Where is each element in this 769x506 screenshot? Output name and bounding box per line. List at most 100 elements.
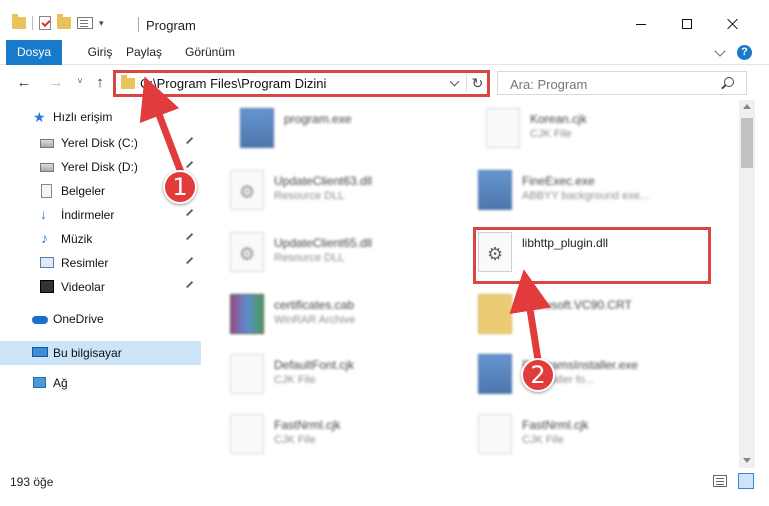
address-path[interactable]: C:\Program Files\Program Dizini	[140, 76, 326, 91]
tab-file[interactable]: Dosya	[6, 40, 62, 65]
pin-icon[interactable]	[186, 233, 196, 243]
pin-icon[interactable]	[186, 137, 196, 147]
pin-icon[interactable]	[186, 257, 196, 267]
dll-gear-icon	[478, 232, 512, 272]
drive-icon	[40, 163, 54, 172]
navigation-pane: ★ Hızlı erişim Yerel Disk (C:) Yerel Dis…	[0, 104, 201, 464]
tab-home[interactable]: Giriş	[80, 40, 120, 65]
sidebar-item-label: Bu bilgisayar	[53, 346, 122, 360]
file-icon	[478, 414, 512, 454]
drive-icon	[40, 139, 54, 148]
network-icon	[33, 377, 46, 388]
maximize-icon	[682, 19, 692, 29]
minimize-button[interactable]	[618, 8, 664, 40]
sidebar-item-videos[interactable]: Videolar	[0, 276, 201, 298]
dll-gear-icon	[230, 170, 264, 210]
properties-icon[interactable]	[77, 17, 93, 29]
close-icon	[727, 18, 739, 30]
archive-icon	[230, 294, 264, 334]
folder-icon	[478, 294, 512, 334]
list-item[interactable]: UpdateClient63.dll Resource DLL	[202, 162, 442, 218]
sidebar-item-downloads[interactable]: ↓ İndirmeler	[0, 204, 201, 226]
sidebar-item-network[interactable]: Ağ	[0, 372, 201, 394]
step-2-badge: 2	[521, 358, 555, 392]
pin-icon[interactable]	[186, 281, 196, 291]
qat-customize-icon[interactable]: ▾	[99, 18, 104, 29]
file-icon	[230, 354, 264, 394]
exe-file-icon	[240, 108, 274, 148]
file-description: CJK File	[274, 434, 316, 446]
file-name: UpdateClient63.dll	[274, 174, 373, 188]
help-icon[interactable]: ?	[737, 45, 752, 60]
sidebar-item-label: Yerel Disk (C:)	[61, 136, 138, 150]
computer-icon	[32, 347, 48, 357]
list-item[interactable]: FastNrml.cjk CJK File	[202, 406, 442, 462]
scroll-thumb[interactable]	[741, 118, 753, 168]
folder-icon	[12, 14, 26, 29]
sidebar-item-label: Yerel Disk (D:)	[61, 160, 138, 174]
pin-icon[interactable]	[186, 209, 196, 219]
list-item[interactable]: ProgramsInstaller.exe ... Installer fo..…	[450, 346, 690, 402]
sidebar-item-music[interactable]: ♪ Müzik	[0, 228, 201, 250]
list-item[interactable]: Korean.cjk CJK File	[458, 100, 698, 156]
scroll-up-icon[interactable]	[743, 104, 751, 109]
search-icon[interactable]	[724, 77, 734, 87]
video-film-icon	[40, 280, 54, 293]
refresh-button[interactable]: ↻	[466, 74, 488, 92]
close-button[interactable]	[710, 8, 756, 40]
list-item[interactable]: UpdateClient65.dll Resource DLL	[202, 224, 442, 280]
tab-view[interactable]: Görünüm	[180, 40, 240, 65]
status-bar: 193 öğe	[0, 468, 769, 506]
tiles-view-icon[interactable]	[738, 473, 754, 489]
properties-check-icon[interactable]	[39, 16, 51, 30]
list-item[interactable]: program.exe	[212, 100, 452, 156]
sidebar-item-this-pc[interactable]: Bu bilgisayar	[0, 341, 201, 365]
file-icon	[230, 414, 264, 454]
recent-locations-button[interactable]: ˅	[70, 76, 90, 86]
file-name: UpdateClient65.dll	[274, 236, 373, 250]
file-description: CJK File	[530, 128, 572, 140]
search-input[interactable]: Ara: Program	[510, 77, 587, 92]
list-item[interactable]: FineExec.exe ABBYY background exe...	[450, 162, 690, 218]
vertical-scrollbar[interactable]	[739, 100, 755, 468]
list-item[interactable]: Microsoft.VC90.CRT	[450, 286, 690, 342]
window-title: Program	[146, 18, 196, 33]
minimize-icon	[636, 23, 646, 25]
title-bar: ▾ Program	[0, 0, 769, 40]
sidebar-item-quick-access[interactable]: ★ Hızlı erişim	[0, 106, 201, 128]
list-item[interactable]: DefaultFont.cjk CJK File	[202, 346, 442, 402]
back-button[interactable]: ←	[14, 74, 34, 91]
pictures-icon	[40, 257, 54, 268]
scroll-down-icon[interactable]	[743, 458, 751, 463]
expand-ribbon-chevron-icon[interactable]	[714, 45, 726, 57]
list-item[interactable]: certificates.cab WinRAR Archive	[202, 286, 442, 342]
title-separator	[138, 17, 139, 32]
details-view-icon[interactable]	[713, 475, 727, 487]
address-bar[interactable]: C:\Program Files\Program Dizini ↻	[113, 71, 490, 95]
tab-share[interactable]: Paylaş	[124, 40, 164, 65]
sidebar-item-label: Müzik	[61, 232, 93, 246]
ribbon-tabs: Dosya Giriş Paylaş Görünüm ?	[0, 40, 769, 65]
quick-access-toolbar: ▾	[12, 14, 104, 30]
file-description: ABBYY background exe...	[522, 190, 649, 202]
file-name: Microsoft.VC90.CRT	[522, 298, 632, 312]
folder-icon	[121, 75, 135, 89]
pin-icon[interactable]	[186, 161, 196, 171]
address-dropdown-icon[interactable]	[449, 76, 460, 87]
file-description: Resource DLL	[274, 190, 345, 202]
new-folder-icon[interactable]	[57, 14, 71, 29]
target-dll-item[interactable]: libhttp_plugin.dll	[450, 224, 690, 280]
forward-button[interactable]: →	[46, 74, 66, 91]
sidebar-item-label: Ağ	[53, 376, 68, 390]
sidebar-item-onedrive[interactable]: OneDrive	[0, 308, 201, 330]
list-item[interactable]: FastNrml.cjk CJK File	[450, 406, 690, 462]
sidebar-item-pictures[interactable]: Resimler	[0, 252, 201, 274]
file-name: Korean.cjk	[530, 112, 587, 126]
search-box[interactable]: Ara: Program	[497, 71, 747, 95]
sidebar-item-local-disk-c[interactable]: Yerel Disk (C:)	[0, 132, 201, 154]
file-name: FastNrml.cjk	[274, 418, 341, 432]
star-icon: ★	[33, 109, 46, 125]
maximize-button[interactable]	[664, 8, 710, 40]
sidebar-item-label: Hızlı erişim	[53, 110, 113, 124]
up-button[interactable]: ↑	[90, 74, 110, 91]
